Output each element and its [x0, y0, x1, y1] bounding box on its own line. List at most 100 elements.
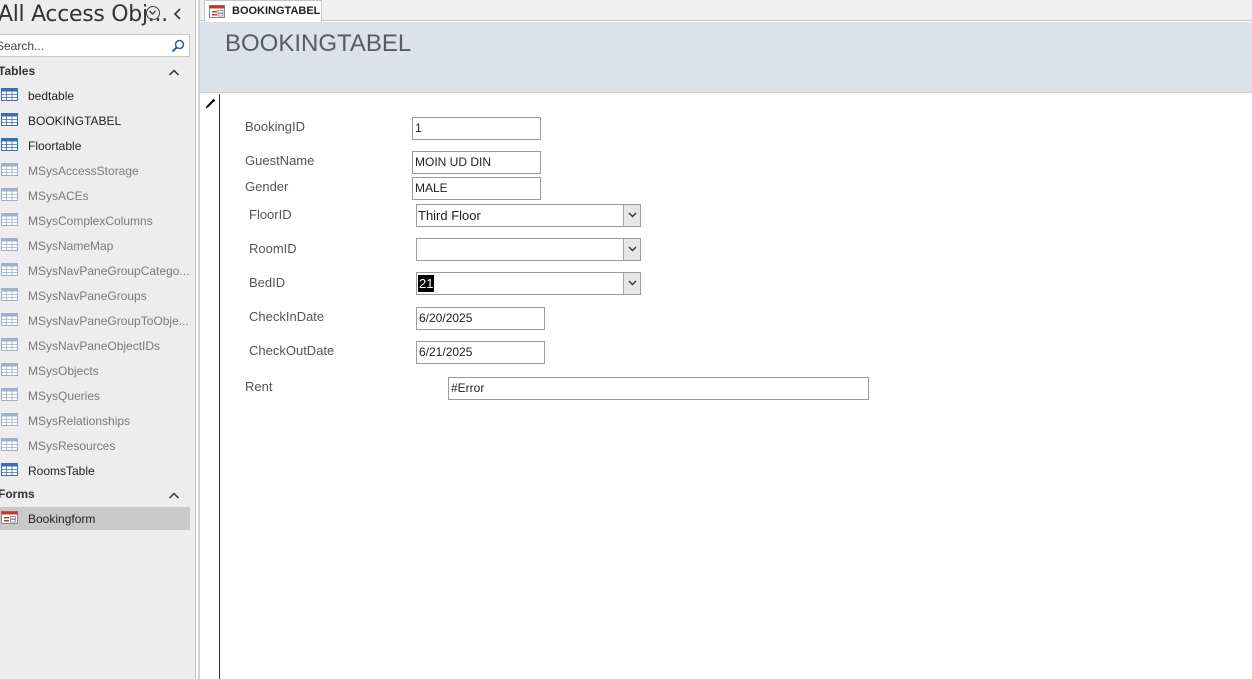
nav-item-label: MSysAccessStorage: [28, 164, 139, 178]
nav-item-label: MSysNavPaneGroupToObje...: [28, 314, 189, 328]
room-id-combo[interactable]: [416, 238, 641, 261]
nav-item-label: MSysNameMap: [28, 239, 114, 253]
nav-item-msysrelationships[interactable]: MSysRelationships: [0, 409, 190, 432]
nav-menu-dropdown-icon[interactable]: [146, 6, 160, 20]
table-icon: [1, 338, 18, 351]
nav-item-msysnavpanegroupcatego[interactable]: MSysNavPaneGroupCatego...: [0, 259, 190, 282]
nav-item-label: MSysACEs: [28, 189, 89, 203]
access-window: All Access Obj... Tables bedtable BOOKINGT…: [0, 0, 1252, 679]
nav-group-label: Tables: [0, 64, 36, 78]
table-icon: [1, 113, 18, 126]
table-icon: [1, 313, 18, 326]
nav-item-msysresources[interactable]: MSysResources: [0, 434, 190, 457]
check-in-date-field[interactable]: 6/20/2025: [416, 307, 545, 330]
booking-id-label: BookingID: [245, 119, 305, 134]
chevron-down-icon: [628, 280, 637, 286]
nav-group-forms[interactable]: Forms: [0, 484, 190, 504]
tab-label: BOOKINGTABEL: [232, 5, 321, 17]
chevron-up-icon[interactable]: [168, 488, 180, 499]
nav-item-label: MSysNavPaneGroups: [28, 289, 147, 303]
nav-item-label: MSysComplexColumns: [28, 214, 153, 228]
nav-pane-title[interactable]: All Access Obj...: [0, 2, 168, 27]
nav-item-msysaces[interactable]: MSysACEs: [0, 184, 190, 207]
shutter-bar-close-icon[interactable]: [172, 6, 184, 22]
nav-item-msysqueries[interactable]: MSysQueries: [0, 384, 190, 407]
nav-item-label: BOOKINGTABEL: [28, 114, 122, 128]
floor-id-dropdown-button[interactable]: [623, 205, 640, 226]
form-icon: [209, 5, 225, 18]
nav-item-label: Bookingform: [28, 512, 96, 526]
table-icon: [1, 238, 18, 251]
bed-id-value: 21: [418, 275, 435, 292]
bed-id-dropdown-button[interactable]: [623, 273, 640, 294]
floor-id-value: Third Floor: [418, 208, 481, 223]
check-in-date-label: CheckInDate: [249, 309, 325, 324]
document-tabstrip: BOOKINGTABEL: [200, 0, 1252, 22]
table-icon: [1, 363, 18, 376]
room-id-label: RoomID: [249, 241, 297, 256]
nav-item-label: MSysObjects: [28, 364, 99, 378]
booking-id-field[interactable]: 1: [412, 117, 541, 140]
table-icon: [1, 413, 18, 426]
chevron-up-icon[interactable]: [168, 65, 180, 76]
nav-item-msyscomplexcolumns[interactable]: MSysComplexColumns: [0, 209, 190, 232]
bed-id-combo[interactable]: 21: [416, 272, 641, 295]
search-icon[interactable]: [171, 39, 185, 53]
nav-item-msysobjects[interactable]: MSysObjects: [0, 359, 190, 382]
check-out-date-field[interactable]: 6/21/2025: [416, 341, 545, 364]
bed-id-label: BedID: [249, 275, 286, 290]
guest-name-label: GuestName: [245, 153, 315, 168]
check-out-date-label: CheckOutDate: [249, 343, 335, 358]
rent-field[interactable]: #Error: [448, 377, 869, 400]
floor-id-combo[interactable]: Third Floor: [416, 204, 641, 227]
nav-item-label: MSysNavPaneObjectIDs: [28, 339, 161, 353]
tab-bookingtabel[interactable]: BOOKINGTABEL: [204, 0, 322, 22]
form-title: BOOKINGTABEL: [225, 30, 412, 57]
record-selector[interactable]: [200, 94, 220, 679]
document-area: BOOKINGTABEL BOOKINGTABEL BookingID 1 Gu…: [198, 0, 1252, 679]
form-icon: [1, 511, 18, 524]
table-icon: [1, 438, 18, 451]
guest-name-field[interactable]: MOIN UD DIN: [412, 151, 541, 174]
search-input[interactable]: [0, 37, 160, 54]
table-icon: [1, 388, 18, 401]
table-icon: [1, 88, 18, 101]
table-icon: [1, 288, 18, 301]
search-box: [0, 34, 190, 57]
floor-id-label: FloorID: [249, 207, 292, 222]
nav-item-bedtable[interactable]: bedtable: [0, 84, 190, 107]
nav-item-floortable[interactable]: Floortable: [0, 134, 190, 157]
nav-item-msysnavpanegrouptoobje[interactable]: MSysNavPaneGroupToObje...: [0, 309, 190, 332]
navigation-pane: All Access Obj... Tables bedtable BOOKINGT…: [0, 0, 196, 679]
nav-item-label: Floortable: [28, 139, 82, 153]
nav-item-label: RoomsTable: [28, 464, 95, 478]
nav-item-label: MSysQueries: [28, 389, 101, 403]
gender-label: Gender: [245, 179, 289, 194]
table-icon: [1, 263, 18, 276]
table-icon: [1, 163, 18, 176]
table-icon: [1, 213, 18, 226]
room-id-dropdown-button[interactable]: [623, 239, 640, 260]
nav-item-msysaccessstorage[interactable]: MSysAccessStorage: [0, 159, 190, 182]
pencil-edit-icon: [205, 96, 217, 109]
nav-item-label: MSysRelationships: [28, 414, 131, 428]
chevron-down-icon: [628, 246, 637, 252]
nav-item-label: MSysNavPaneGroupCatego...: [28, 264, 190, 278]
nav-group-label: Forms: [0, 487, 35, 501]
gender-field[interactable]: MALE: [412, 177, 541, 200]
table-icon: [1, 188, 18, 201]
rent-label: Rent: [245, 379, 273, 394]
nav-item-bookingtabel[interactable]: BOOKINGTABEL: [0, 109, 190, 132]
chevron-down-icon: [628, 212, 637, 218]
table-icon: [1, 138, 18, 151]
nav-item-msysnamemap[interactable]: MSysNameMap: [0, 234, 190, 257]
table-icon: [1, 463, 18, 476]
nav-item-roomstable[interactable]: RoomsTable: [0, 459, 190, 482]
nav-item-msysnavpanegroups[interactable]: MSysNavPaneGroups: [0, 284, 190, 307]
nav-item-label: MSysResources: [28, 439, 116, 453]
nav-item-msysnavpaneobjectids[interactable]: MSysNavPaneObjectIDs: [0, 334, 190, 357]
nav-item-bookingform[interactable]: Bookingform: [0, 507, 190, 530]
nav-group-tables[interactable]: Tables: [0, 61, 190, 81]
form-header: BOOKINGTABEL: [200, 22, 1252, 93]
nav-item-label: bedtable: [28, 89, 75, 103]
